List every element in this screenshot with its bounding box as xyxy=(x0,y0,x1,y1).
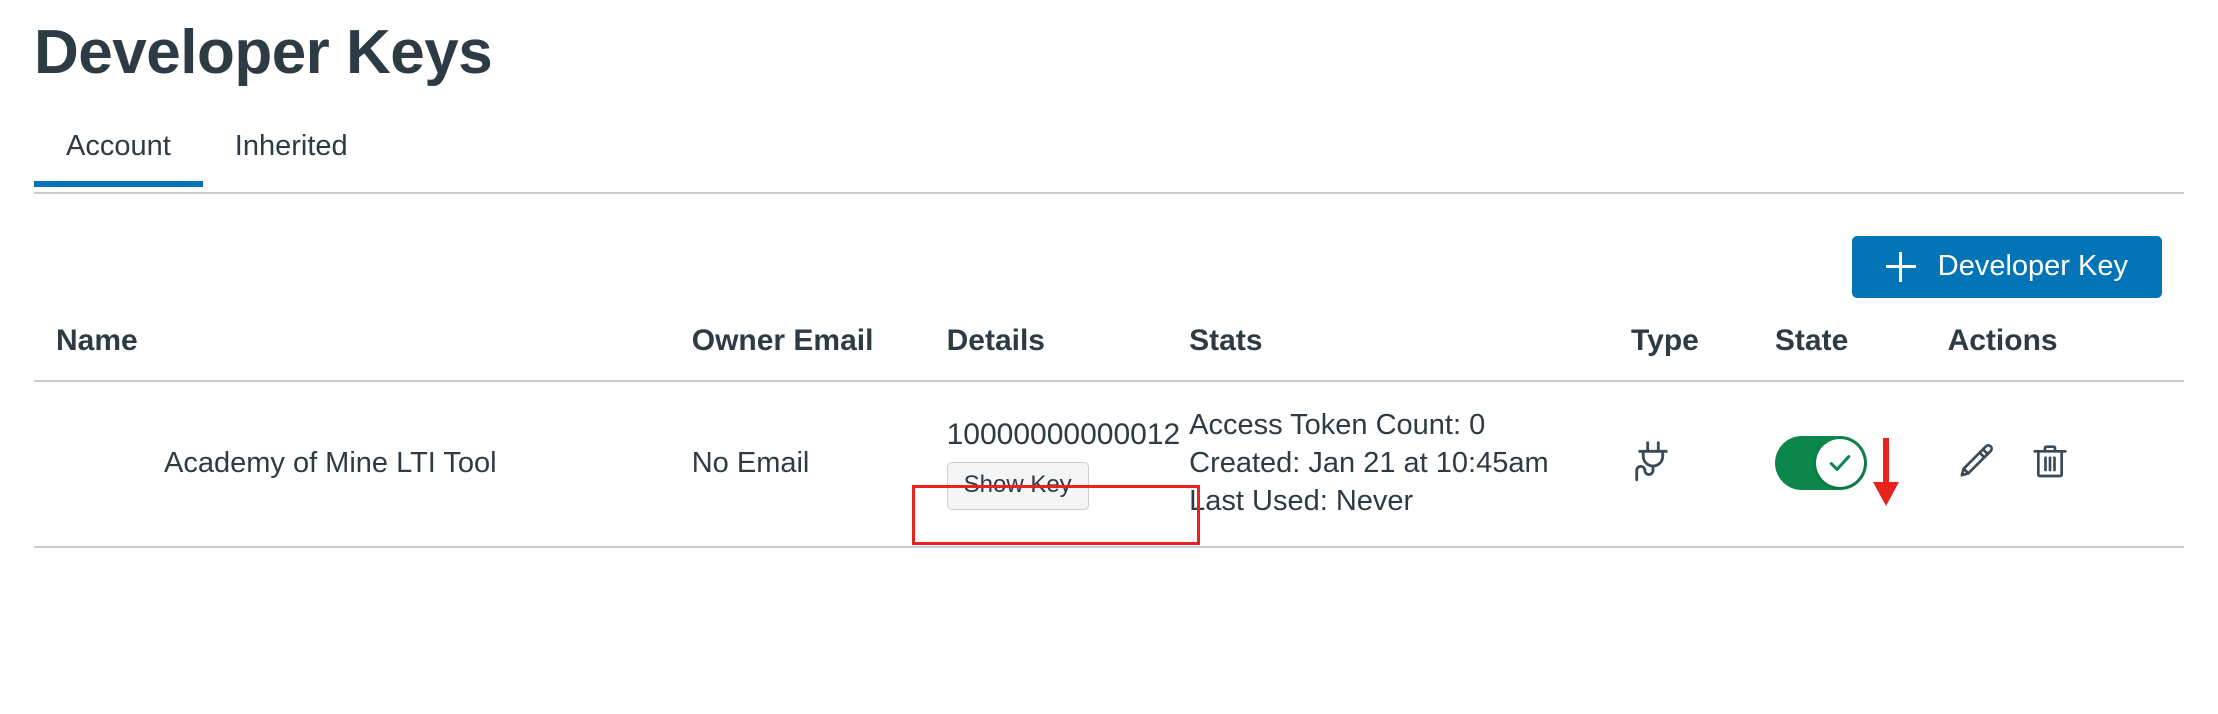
check-icon xyxy=(1829,454,1851,471)
stat-created: Created: Jan 21 at 10:45am xyxy=(1189,446,1549,479)
show-key-button[interactable]: Show Key xyxy=(946,462,1089,510)
cell-stats: Access Token Count: 0 Created: Jan 21 at… xyxy=(1189,380,1632,549)
column-header-name: Name xyxy=(34,323,692,382)
cell-owner-email: No Email xyxy=(691,380,947,549)
column-header-state: State xyxy=(1774,323,1948,382)
column-header-type: Type xyxy=(1631,323,1775,382)
page-title: Developer Keys xyxy=(34,18,493,87)
cell-state xyxy=(1774,380,1948,549)
add-developer-key-button[interactable]: Developer Key xyxy=(1851,235,2162,298)
edit-key-button[interactable] xyxy=(1956,441,1996,484)
column-header-stats: Stats xyxy=(1189,323,1632,382)
cell-type xyxy=(1631,380,1775,549)
trash-icon xyxy=(2030,445,2070,484)
stat-access-token-count: Access Token Count: 0 xyxy=(1189,408,1486,441)
tab-account[interactable]: Account xyxy=(34,122,203,188)
add-developer-key-label: Developer Key xyxy=(1937,250,2128,282)
tab-bar: Account Inherited xyxy=(34,122,2184,194)
cell-key-name: Academy of Mine LTI Tool xyxy=(34,380,692,549)
toggle-knob xyxy=(1815,438,1864,487)
delete-key-button[interactable] xyxy=(2030,441,2070,484)
cell-details: 10000000000012 Show Key xyxy=(946,380,1190,549)
toolbar: Developer Key xyxy=(34,235,2184,298)
pencil-icon xyxy=(1956,444,1996,484)
plug-icon xyxy=(1631,440,1775,486)
developer-keys-table: Name Owner Email Details Stats Type Stat… xyxy=(34,323,2184,549)
table-row: Academy of Mine LTI Tool No Email 100000… xyxy=(34,380,2184,549)
state-toggle[interactable] xyxy=(1774,435,1867,490)
stat-last-used: Last Used: Never xyxy=(1189,485,1414,518)
column-header-details: Details xyxy=(946,323,1190,382)
column-header-actions: Actions xyxy=(1947,323,2184,382)
developer-keys-page: Developer Keys Account Inherited Develop… xyxy=(0,0,2218,714)
table-header-row: Name Owner Email Details Stats Type Stat… xyxy=(34,323,2184,382)
developer-key-id: 10000000000012 xyxy=(946,417,1181,451)
plus-icon xyxy=(1885,251,1916,282)
cell-actions xyxy=(1947,380,2184,549)
column-header-owner-email: Owner Email xyxy=(691,323,947,382)
tab-inherited[interactable]: Inherited xyxy=(203,122,380,188)
